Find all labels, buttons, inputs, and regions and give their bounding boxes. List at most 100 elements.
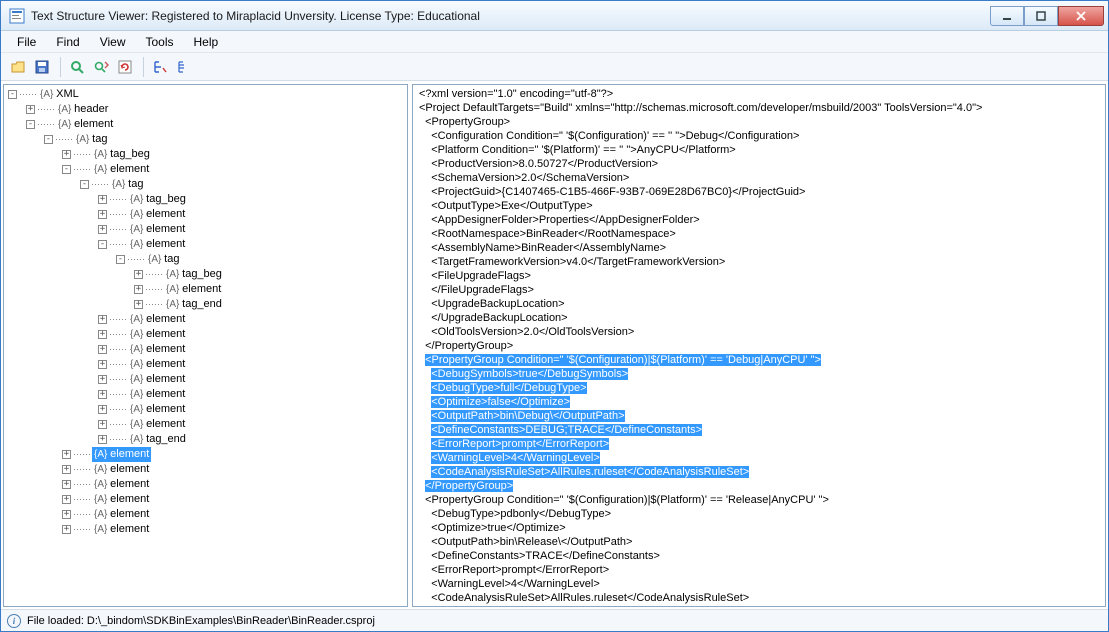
tree-row[interactable]: +{A} element <box>8 492 403 507</box>
source-line[interactable]: <?xml version="1.0" encoding="utf-8"?> <box>417 87 1101 101</box>
expand-icon[interactable]: + <box>98 405 107 414</box>
source-line[interactable]: <OutputType>Exe</OutputType> <box>417 199 1101 213</box>
close-button[interactable] <box>1058 6 1104 26</box>
tree-row[interactable]: + {A} element <box>8 342 403 357</box>
expand-icon[interactable]: + <box>98 435 107 444</box>
refresh-icon[interactable] <box>114 56 136 78</box>
tree-node-label[interactable]: {A} element <box>128 417 187 432</box>
tree-node-label[interactable]: {A} tag <box>110 177 145 192</box>
expand-icon[interactable]: + <box>62 150 71 159</box>
expand-icon[interactable]: + <box>62 480 71 489</box>
source-line[interactable]: <Optimize>false</Optimize> <box>417 395 1101 409</box>
tree-row[interactable]: + {A} tag_beg <box>8 267 403 282</box>
source-line[interactable]: <DebugSymbols>true</DebugSymbols> <box>417 367 1101 381</box>
collapse-icon[interactable]: - <box>8 90 17 99</box>
expand-icon[interactable]: + <box>98 420 107 429</box>
tree-node-label[interactable]: {A} element <box>92 462 151 477</box>
menu-file[interactable]: File <box>7 33 46 51</box>
tree-row[interactable]: +{A} tag_beg <box>8 192 403 207</box>
tree-row[interactable]: +{A} element <box>8 207 403 222</box>
source-line[interactable]: <Configuration Condition=" '$(Configurat… <box>417 129 1101 143</box>
tree-node-label[interactable]: {A} element <box>128 387 187 402</box>
tree-row[interactable]: + {A} element <box>8 477 403 492</box>
collapse-icon[interactable]: - <box>80 180 89 189</box>
tree-row[interactable]: + {A} header <box>8 102 403 117</box>
expand-icon[interactable]: + <box>98 375 107 384</box>
tree-row[interactable]: -{A} element <box>8 162 403 177</box>
tree-node-label[interactable]: {A} element <box>128 237 187 252</box>
expand-icon[interactable]: + <box>98 330 107 339</box>
source-line[interactable]: <CodeAnalysisRuleSet>AllRules.ruleset</C… <box>417 465 1101 479</box>
tree-row[interactable]: - {A} tag <box>8 252 403 267</box>
tree-row[interactable]: + {A} element <box>8 417 403 432</box>
source-line[interactable]: <CodeAnalysisRuleSet>AllRules.ruleset</C… <box>417 591 1101 605</box>
source-line[interactable]: </FileUpgradeFlags> <box>417 283 1101 297</box>
tree-collapse-icon[interactable] <box>149 56 171 78</box>
open-icon[interactable] <box>7 56 29 78</box>
source-line[interactable]: <SchemaVersion>2.0</SchemaVersion> <box>417 171 1101 185</box>
expand-icon[interactable]: + <box>98 390 107 399</box>
source-line[interactable]: <RootNamespace>BinReader</RootNamespace> <box>417 227 1101 241</box>
tree-node-label[interactable]: {A} element <box>128 402 187 417</box>
tree-expand-icon[interactable] <box>173 56 195 78</box>
tree-node-label[interactable]: {A} element <box>128 207 187 222</box>
source-line[interactable]: <PropertyGroup Condition=" '$(Configurat… <box>417 493 1101 507</box>
menu-help[interactable]: Help <box>184 33 229 51</box>
tree-node-label[interactable]: {A} header <box>56 102 110 117</box>
tree-node-label[interactable]: {A} tag <box>74 132 109 147</box>
source-line[interactable]: </UpgradeBackupLocation> <box>417 311 1101 325</box>
source-line[interactable]: <AssemblyName>BinReader</AssemblyName> <box>417 241 1101 255</box>
source-line[interactable]: <OldToolsVersion>2.0</OldToolsVersion> <box>417 325 1101 339</box>
source-pane[interactable]: <?xml version="1.0" encoding="utf-8"?><P… <box>412 84 1106 607</box>
tree-row[interactable]: +{A} element <box>8 312 403 327</box>
source-line[interactable]: <AppDesignerFolder>Properties</AppDesign… <box>417 213 1101 227</box>
tree-node-label[interactable]: {A} element <box>56 117 115 132</box>
expand-icon[interactable]: + <box>62 525 71 534</box>
collapse-icon[interactable]: - <box>44 135 53 144</box>
tree-row[interactable]: - {A} tag <box>8 132 403 147</box>
tree-node-label[interactable]: {A} element <box>164 282 223 297</box>
tree-row[interactable]: + {A} element <box>8 522 403 537</box>
tree-node-label[interactable]: {A} element <box>128 372 187 387</box>
tree-node-label[interactable]: {A} tag_end <box>164 297 224 312</box>
source-line[interactable]: <TargetFrameworkVersion>v4.0</TargetFram… <box>417 255 1101 269</box>
source-line[interactable]: </PropertyGroup> <box>417 605 1101 607</box>
tree-row[interactable]: +{A} element <box>8 507 403 522</box>
tree-row[interactable]: +{A} element <box>8 447 403 462</box>
tree-node-label[interactable]: {A} tag_beg <box>92 147 152 162</box>
tree-node-label[interactable]: {A} element <box>128 312 187 327</box>
tree-node-label[interactable]: {A} XML <box>38 87 81 102</box>
tree-row[interactable]: +{A} element <box>8 282 403 297</box>
maximize-button[interactable] <box>1024 6 1058 26</box>
expand-icon[interactable]: + <box>98 195 107 204</box>
expand-icon[interactable]: + <box>26 105 35 114</box>
expand-icon[interactable]: + <box>98 225 107 234</box>
expand-icon[interactable]: + <box>98 360 107 369</box>
expand-icon[interactable]: + <box>98 345 107 354</box>
tree-row[interactable]: - {A} XML <box>8 87 403 102</box>
tree-row[interactable]: -{A} element <box>8 117 403 132</box>
source-line[interactable]: <DebugType>full</DebugType> <box>417 381 1101 395</box>
expand-icon[interactable]: + <box>134 300 143 309</box>
collapse-icon[interactable]: - <box>98 240 107 249</box>
tree-row[interactable]: - {A} element <box>8 237 403 252</box>
menu-find[interactable]: Find <box>46 33 89 51</box>
source-line[interactable]: <OutputPath>bin\Release\</OutputPath> <box>417 535 1101 549</box>
source-line[interactable]: <Project DefaultTargets="Build" xmlns="h… <box>417 101 1101 115</box>
collapse-icon[interactable]: - <box>62 165 71 174</box>
tree-node-label[interactable]: {A} element <box>92 477 151 492</box>
tree-node-label[interactable]: {A} element <box>128 342 187 357</box>
tree-node-label[interactable]: {A} tag_beg <box>164 267 224 282</box>
menu-tools[interactable]: Tools <box>135 33 183 51</box>
tree-row[interactable]: + {A} element <box>8 387 403 402</box>
source-line[interactable]: <WarningLevel>4</WarningLevel> <box>417 451 1101 465</box>
tree-row[interactable]: + {A} tag_beg <box>8 147 403 162</box>
expand-icon[interactable]: + <box>62 495 71 504</box>
tree-node-label[interactable]: {A} tag_end <box>128 432 188 447</box>
tree-node-label[interactable]: {A} element <box>92 507 151 522</box>
source-line[interactable]: <DefineConstants>TRACE</DefineConstants> <box>417 549 1101 563</box>
collapse-icon[interactable]: - <box>116 255 125 264</box>
tree-node-label[interactable]: {A} element <box>92 522 151 537</box>
expand-icon[interactable]: + <box>134 270 143 279</box>
tree-node-label[interactable]: {A} tag <box>146 252 181 267</box>
